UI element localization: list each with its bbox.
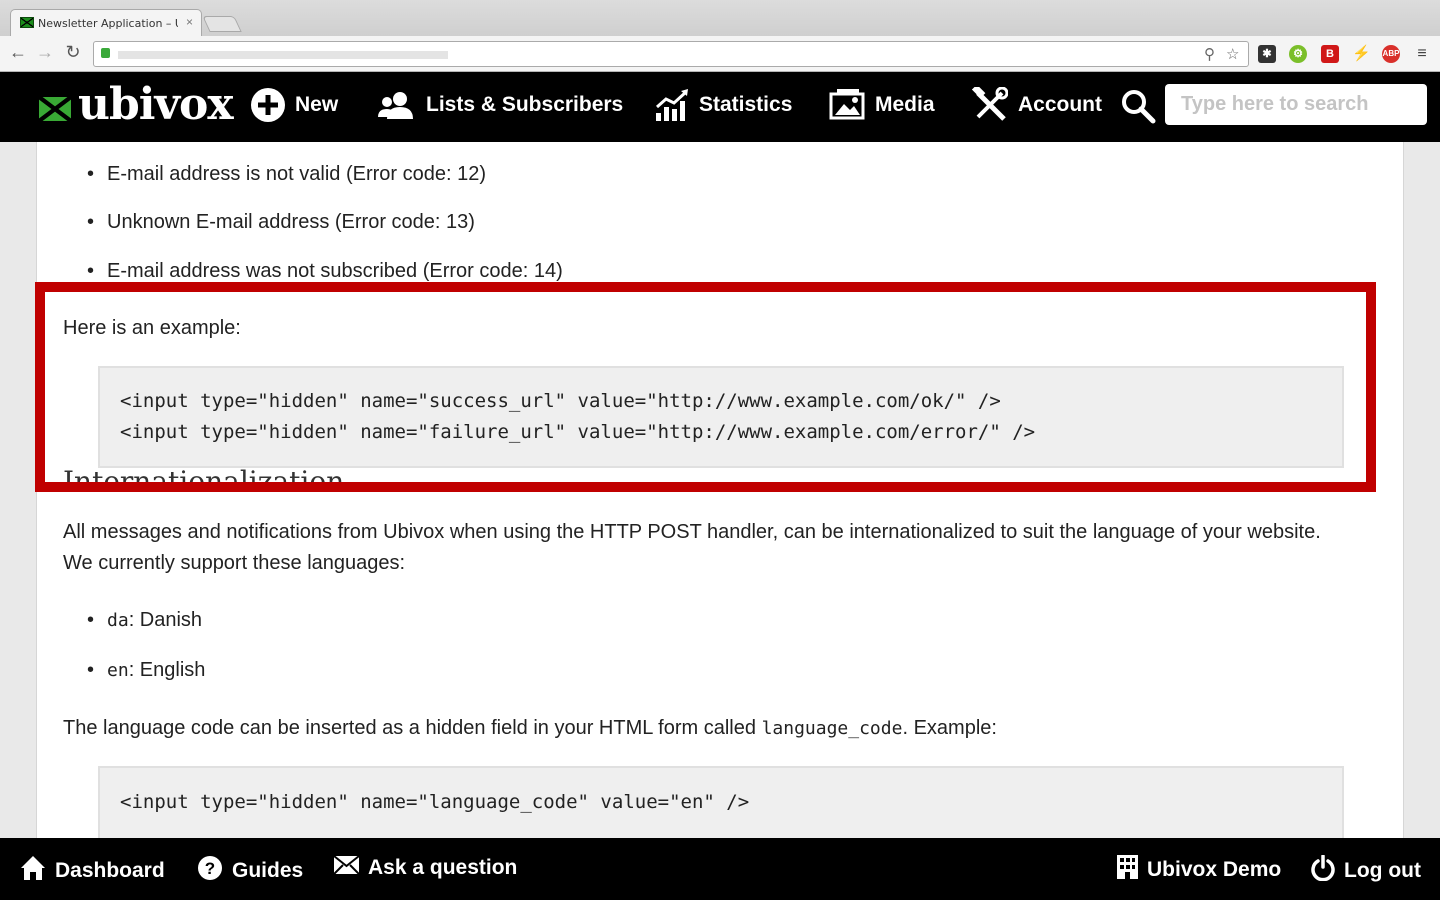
nav-media[interactable]: Media: [829, 89, 935, 121]
footer-account-name[interactable]: Ubivox Demo: [1117, 855, 1281, 885]
menu-icon[interactable]: ≡: [1413, 45, 1431, 63]
nav-new[interactable]: New: [251, 88, 339, 122]
footer-dashboard-label: Dashboard: [55, 859, 165, 882]
language-code-paragraph: The language code can be inserted as a h…: [63, 713, 997, 744]
code-line: <input type="hidden" name="success_url" …: [120, 390, 1001, 412]
search-input[interactable]: [1165, 84, 1427, 125]
extension-puzzle-icon[interactable]: ✱: [1258, 45, 1276, 63]
svg-text:?: ?: [205, 859, 215, 878]
error-bullet: E-mail address is not valid (Error code:…: [87, 163, 486, 186]
nav-statistics-label: Statistics: [699, 93, 793, 116]
tools-icon: [972, 87, 1008, 123]
nav-account-label: Account: [1018, 93, 1102, 116]
plus-circle-icon: [251, 88, 285, 122]
code-line: <input type="hidden" name="failure_url" …: [120, 421, 1036, 443]
language-name: : Danish: [128, 609, 203, 631]
users-icon: [378, 91, 416, 119]
example-code-block: <input type="hidden" name="success_url" …: [98, 366, 1344, 468]
search-icon[interactable]: [1120, 88, 1156, 129]
extension-gear-icon[interactable]: ⚙: [1289, 45, 1307, 63]
favicon-icon: [20, 17, 34, 28]
error-bullet: E-mail address was not subscribed (Error…: [87, 260, 563, 283]
adblock-icon[interactable]: ABP: [1382, 45, 1400, 63]
logo[interactable]: ubivox: [78, 79, 234, 130]
nav-lists-label: Lists & Subscribers: [426, 93, 624, 116]
footer-guides-label: Guides: [232, 859, 304, 882]
footer-logout[interactable]: Log out: [1311, 854, 1421, 887]
nav-statistics[interactable]: Statistics: [655, 89, 793, 121]
i18n-heading: Internationalization: [63, 465, 345, 498]
browser-tab[interactable]: Newsletter Application – U ×: [10, 9, 202, 36]
back-arrow-icon[interactable]: ←: [7, 42, 29, 63]
reload-icon[interactable]: ↻: [62, 42, 84, 63]
language-name: : English: [128, 659, 206, 681]
browser-tab-bar: Newsletter Application – U ×: [0, 0, 1440, 36]
chart-icon: [655, 89, 689, 121]
extension-b-icon[interactable]: B: [1321, 45, 1339, 63]
language-item: da: Danish: [87, 609, 203, 632]
bookmark-star-icon[interactable]: ☆: [1226, 45, 1239, 63]
building-icon: [1117, 855, 1138, 885]
footer-dashboard[interactable]: Dashboard: [20, 855, 165, 887]
code-line: <input type="hidden" name="language_code…: [120, 791, 750, 813]
zoom-icon[interactable]: ⚲: [1204, 45, 1215, 63]
language-code: da: [107, 610, 129, 631]
question-circle-icon: ?: [197, 855, 223, 887]
power-icon: [1311, 854, 1335, 887]
extension-bolt-icon[interactable]: ⚡: [1352, 45, 1371, 63]
nav-new-label: New: [295, 93, 339, 116]
footer-guides[interactable]: ? Guides: [197, 855, 303, 887]
browser-toolbar: ← → ↻ ⚲ ☆ ✱ ⚙ B ⚡ ABP ≡: [0, 36, 1440, 72]
tab-title: Newsletter Application – U: [38, 17, 178, 30]
nav-account[interactable]: Account: [972, 87, 1102, 123]
footer-ask-label: Ask a question: [368, 856, 518, 879]
forward-arrow-icon[interactable]: →: [34, 42, 56, 63]
logo-envelope-icon: [39, 97, 71, 121]
language-code: en: [107, 660, 129, 681]
lang-text-after: . Example:: [902, 717, 997, 739]
home-icon: [20, 855, 46, 887]
image-icon: [829, 89, 865, 121]
error-bullet: Unknown E-mail address (Error code: 13): [87, 211, 475, 234]
address-bar[interactable]: ⚲ ☆: [93, 41, 1249, 67]
footer-account-label: Ubivox Demo: [1147, 858, 1282, 881]
new-tab-button[interactable]: [202, 16, 242, 32]
main-content: E-mail address is not valid (Error code:…: [36, 142, 1404, 838]
nav-lists-subscribers[interactable]: Lists & Subscribers: [378, 90, 623, 120]
footer-ask-question[interactable]: Ask a question: [333, 855, 518, 881]
language-item: en: English: [87, 659, 206, 682]
footer-logout-label: Log out: [1344, 859, 1421, 882]
envelope-icon: [333, 855, 360, 881]
url-redacted: [118, 51, 448, 59]
language-code-block: <input type="hidden" name="language_code…: [98, 766, 1344, 838]
i18n-paragraph: All messages and notifications from Ubiv…: [63, 521, 1321, 574]
lang-text-before: The language code can be inserted as a h…: [63, 717, 762, 739]
example-intro: Here is an example:: [63, 317, 241, 339]
nav-media-label: Media: [875, 93, 935, 116]
lang-inline-code: language_code: [761, 718, 903, 739]
lock-icon: [101, 48, 110, 58]
close-tab-icon[interactable]: ×: [186, 15, 193, 29]
